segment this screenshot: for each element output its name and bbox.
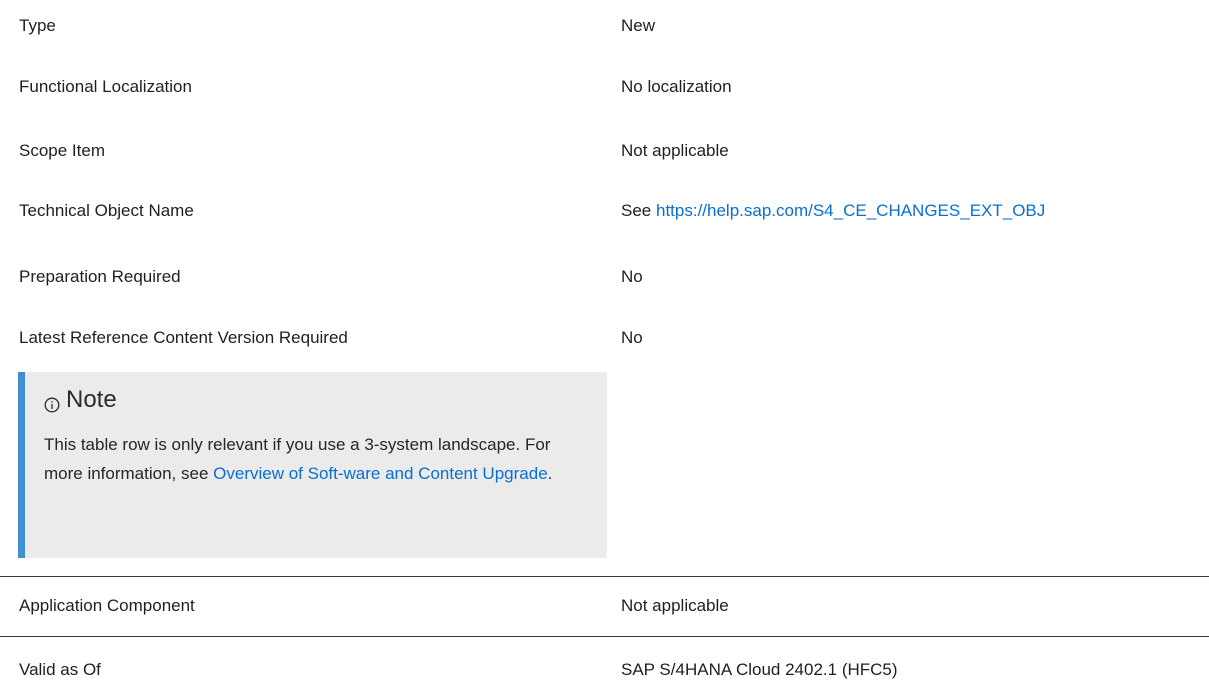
row-value: SAP S/4HANA Cloud 2402.1 (HFC5) bbox=[621, 660, 898, 679]
row-value: See https://help.sap.com/S4_CE_CHANGES_E… bbox=[621, 202, 1045, 219]
table-row-technical-object-name: Technical Object Name See https://help.s… bbox=[0, 170, 1209, 224]
row-label: Application Component bbox=[19, 596, 195, 615]
overview-upgrade-link[interactable]: Overview of Soft-ware and Content Upgrad… bbox=[213, 464, 548, 483]
table-row-type: Type New bbox=[0, 0, 1209, 45]
note-body: This table row is only relevant if you u… bbox=[44, 430, 589, 488]
row-label: Type bbox=[19, 16, 56, 35]
technical-object-link[interactable]: https://help.sap.com/S4_CE_CHANGES_EXT_O… bbox=[656, 201, 1045, 220]
row-label: Latest Reference Content Version Require… bbox=[19, 328, 348, 347]
row-label: Scope Item bbox=[19, 141, 105, 160]
value-prefix: See bbox=[621, 201, 656, 220]
row-value: No localization bbox=[621, 77, 732, 96]
row-label: Valid as Of bbox=[19, 660, 101, 679]
table-row-scope-item: Scope Item Not applicable bbox=[0, 115, 1209, 169]
row-label: Functional Localization bbox=[19, 77, 192, 96]
note-box: Note This table row is only relevant if … bbox=[18, 372, 607, 558]
table-row-valid-as-of: Valid as Of SAP S/4HANA Cloud 2402.1 (HF… bbox=[0, 637, 1209, 694]
row-value: Not applicable bbox=[621, 596, 729, 615]
table-row-latest-reference-content: Latest Reference Content Version Require… bbox=[0, 282, 1209, 346]
row-value: No bbox=[621, 328, 643, 347]
table-row-functional-localization: Functional Localization No localization bbox=[0, 59, 1209, 113]
note-body-end: . bbox=[547, 464, 553, 483]
row-value: New bbox=[621, 16, 656, 35]
row-label: Technical Object Name bbox=[19, 201, 194, 220]
table-row-application-component: Application Component Not applicable bbox=[0, 577, 1209, 635]
row-value: Not applicable bbox=[621, 141, 729, 160]
info-circle-icon bbox=[44, 392, 60, 413]
note-title: Note bbox=[44, 386, 117, 414]
note-title-text: Note bbox=[66, 386, 117, 413]
table-row-preparation-required: Preparation Required No bbox=[0, 226, 1209, 285]
